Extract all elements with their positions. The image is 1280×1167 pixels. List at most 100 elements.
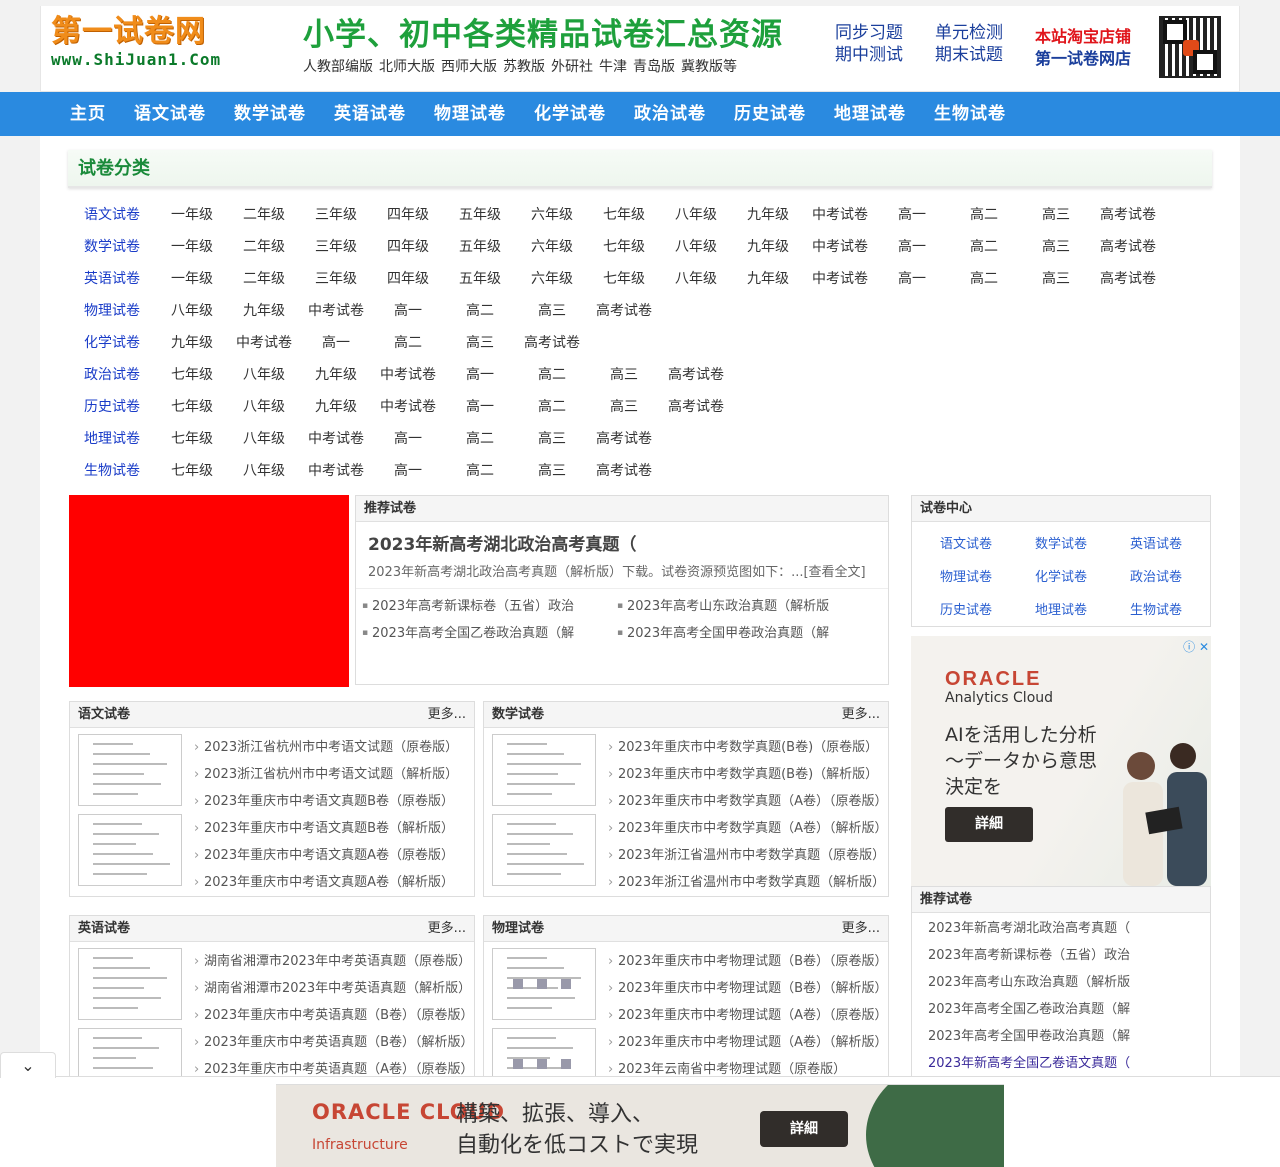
side-advertisement[interactable]: ⓘ ✕ ORACLE Analytics Cloud AIを活用した分析～データ… [911, 636, 1211, 886]
recommend-item[interactable]: 2023年高考新课标卷（五省）政治 [362, 593, 617, 620]
nav-item[interactable]: 物理试卷 [434, 92, 506, 136]
category-grade-link[interactable]: 三年级 [300, 236, 372, 256]
category-grade-link[interactable]: 高二 [516, 364, 588, 384]
category-grade-link[interactable]: 高考试卷 [588, 460, 660, 480]
exam-link[interactable]: 2023年重庆市中考语文真题B卷（解析版） [194, 815, 458, 842]
category-grade-link[interactable]: 四年级 [372, 268, 444, 288]
exam-center-link[interactable]: 英语试卷 [1130, 528, 1225, 561]
recommend-item[interactable]: 2023年高考山东政治真题（解析版 [617, 593, 872, 620]
exam-link[interactable]: 2023浙江省杭州市中考语文试题（原卷版） [194, 734, 458, 761]
category-grade-link[interactable]: 高三 [516, 460, 588, 480]
category-grade-link[interactable]: 高三 [588, 396, 660, 416]
category-subject-link[interactable]: 英语试卷 [84, 268, 156, 288]
category-grade-link[interactable]: 七年级 [588, 204, 660, 224]
category-grade-link[interactable]: 高考试卷 [588, 300, 660, 320]
category-grade-link[interactable]: 高二 [444, 460, 516, 480]
exam-link[interactable]: 2023年重庆市中考英语真题（B卷）（原卷版） [194, 1002, 474, 1029]
quick-link[interactable]: 期末试题 [935, 44, 1035, 66]
category-grade-link[interactable]: 中考试卷 [300, 460, 372, 480]
category-grade-link[interactable]: 六年级 [516, 236, 588, 256]
exam-thumbnail[interactable] [78, 814, 182, 886]
ad-info-icon[interactable]: ⓘ ✕ [1183, 638, 1209, 655]
category-grade-link[interactable]: 高一 [876, 204, 948, 224]
exam-link[interactable]: 湖南省湘潭市2023年中考英语真题（解析版） [194, 975, 474, 1002]
category-grade-link[interactable]: 中考试卷 [300, 428, 372, 448]
exam-center-link[interactable]: 历史试卷 [940, 594, 1035, 627]
category-grade-link[interactable]: 中考试卷 [372, 396, 444, 416]
exam-link[interactable]: 2023年重庆市中考物理试题（B卷）（解析版） [608, 975, 888, 1002]
exam-link[interactable]: 2023年重庆市中考物理试题（A卷）（原卷版） [608, 1002, 888, 1029]
category-grade-link[interactable]: 高一 [372, 460, 444, 480]
exam-thumbnail[interactable] [492, 734, 596, 806]
category-subject-link[interactable]: 历史试卷 [84, 396, 156, 416]
exam-link[interactable]: 2023年重庆市中考物理试题（A卷）（解析版） [608, 1029, 888, 1056]
exam-center-link[interactable]: 化学试卷 [1035, 561, 1130, 594]
collapse-ad-button[interactable]: ⌄ [0, 1052, 56, 1078]
recommend-title[interactable]: 2023年新高考湖北政治高考真题（ [356, 522, 888, 555]
category-grade-link[interactable]: 高一 [300, 332, 372, 352]
category-grade-link[interactable]: 高考试卷 [660, 364, 732, 384]
category-grade-link[interactable]: 高三 [588, 364, 660, 384]
category-grade-link[interactable]: 高考试卷 [516, 332, 588, 352]
category-grade-link[interactable]: 高考试卷 [660, 396, 732, 416]
category-grade-link[interactable]: 八年级 [660, 268, 732, 288]
category-grade-link[interactable]: 五年级 [444, 268, 516, 288]
category-grade-link[interactable]: 四年级 [372, 236, 444, 256]
category-grade-link[interactable]: 一年级 [156, 268, 228, 288]
category-grade-link[interactable]: 八年级 [660, 204, 732, 224]
category-grade-link[interactable]: 高二 [948, 236, 1020, 256]
side-recommend-item[interactable]: 2023年新高考全国乙卷语文真题（ [928, 1050, 1194, 1077]
nav-item[interactable]: 政治试卷 [634, 92, 706, 136]
exam-link[interactable]: 2023年重庆市中考数学真题（A卷）（原卷版） [608, 788, 887, 815]
category-grade-link[interactable]: 八年级 [228, 364, 300, 384]
category-grade-link[interactable]: 九年级 [228, 300, 300, 320]
exam-thumbnail[interactable] [492, 948, 596, 1020]
category-grade-link[interactable]: 九年级 [300, 364, 372, 384]
side-recommend-item[interactable]: 2023年高考山东政治真题（解析版 [928, 969, 1194, 996]
category-grade-link[interactable]: 二年级 [228, 236, 300, 256]
category-grade-link[interactable]: 高一 [444, 364, 516, 384]
category-grade-link[interactable]: 八年级 [228, 396, 300, 416]
category-grade-link[interactable]: 九年级 [300, 396, 372, 416]
category-grade-link[interactable]: 八年级 [228, 460, 300, 480]
nav-item[interactable]: 主页 [70, 92, 106, 136]
exam-link[interactable]: 2023年浙江省温州市中考数学真题（解析版） [608, 869, 887, 896]
taobao-shop-link[interactable]: 第一试卷网店 [1035, 48, 1131, 70]
category-subject-link[interactable]: 地理试卷 [84, 428, 156, 448]
category-grade-link[interactable]: 七年级 [588, 236, 660, 256]
nav-item[interactable]: 英语试卷 [334, 92, 406, 136]
taobao-store-link[interactable]: 本站淘宝店铺 [1035, 26, 1131, 48]
nav-item[interactable]: 生物试卷 [934, 92, 1006, 136]
category-grade-link[interactable]: 高二 [372, 332, 444, 352]
exam-center-link[interactable]: 生物试卷 [1130, 594, 1225, 627]
category-grade-link[interactable]: 高三 [516, 300, 588, 320]
category-grade-link[interactable]: 中考试卷 [228, 332, 300, 352]
category-grade-link[interactable]: 高二 [948, 268, 1020, 288]
category-grade-link[interactable]: 高考试卷 [1092, 204, 1164, 224]
category-grade-link[interactable]: 高一 [372, 300, 444, 320]
side-recommend-item[interactable]: 2023年高考新课标卷（五省）政治 [928, 942, 1194, 969]
category-subject-link[interactable]: 政治试卷 [84, 364, 156, 384]
nav-item[interactable]: 数学试卷 [234, 92, 306, 136]
category-grade-link[interactable]: 高考试卷 [1092, 236, 1164, 256]
category-grade-link[interactable]: 五年级 [444, 204, 516, 224]
exam-thumbnail[interactable] [78, 948, 182, 1020]
exam-link[interactable]: 2023年重庆市中考数学真题(B卷)（原卷版） [608, 734, 887, 761]
more-link[interactable]: 更多... [428, 916, 466, 942]
category-grade-link[interactable]: 七年级 [156, 428, 228, 448]
category-grade-link[interactable]: 高二 [948, 204, 1020, 224]
category-subject-link[interactable]: 语文试卷 [84, 204, 156, 224]
category-grade-link[interactable]: 高二 [444, 428, 516, 448]
nav-item[interactable]: 地理试卷 [834, 92, 906, 136]
category-grade-link[interactable]: 中考试卷 [804, 236, 876, 256]
category-grade-link[interactable]: 高三 [444, 332, 516, 352]
more-link[interactable]: 更多... [842, 916, 880, 942]
exam-link[interactable]: 2023年重庆市中考数学真题(B卷)（解析版） [608, 761, 887, 788]
category-grade-link[interactable]: 中考试卷 [372, 364, 444, 384]
category-grade-link[interactable]: 高三 [516, 428, 588, 448]
recommend-desc[interactable]: 2023年新高考湖北政治高考真题（解析版）下载。试卷资源预览图如下：...[查看… [356, 555, 888, 589]
exam-center-link[interactable]: 数学试卷 [1035, 528, 1130, 561]
category-grade-link[interactable]: 高一 [876, 268, 948, 288]
more-link[interactable]: 更多... [428, 702, 466, 728]
category-grade-link[interactable]: 高考试卷 [588, 428, 660, 448]
